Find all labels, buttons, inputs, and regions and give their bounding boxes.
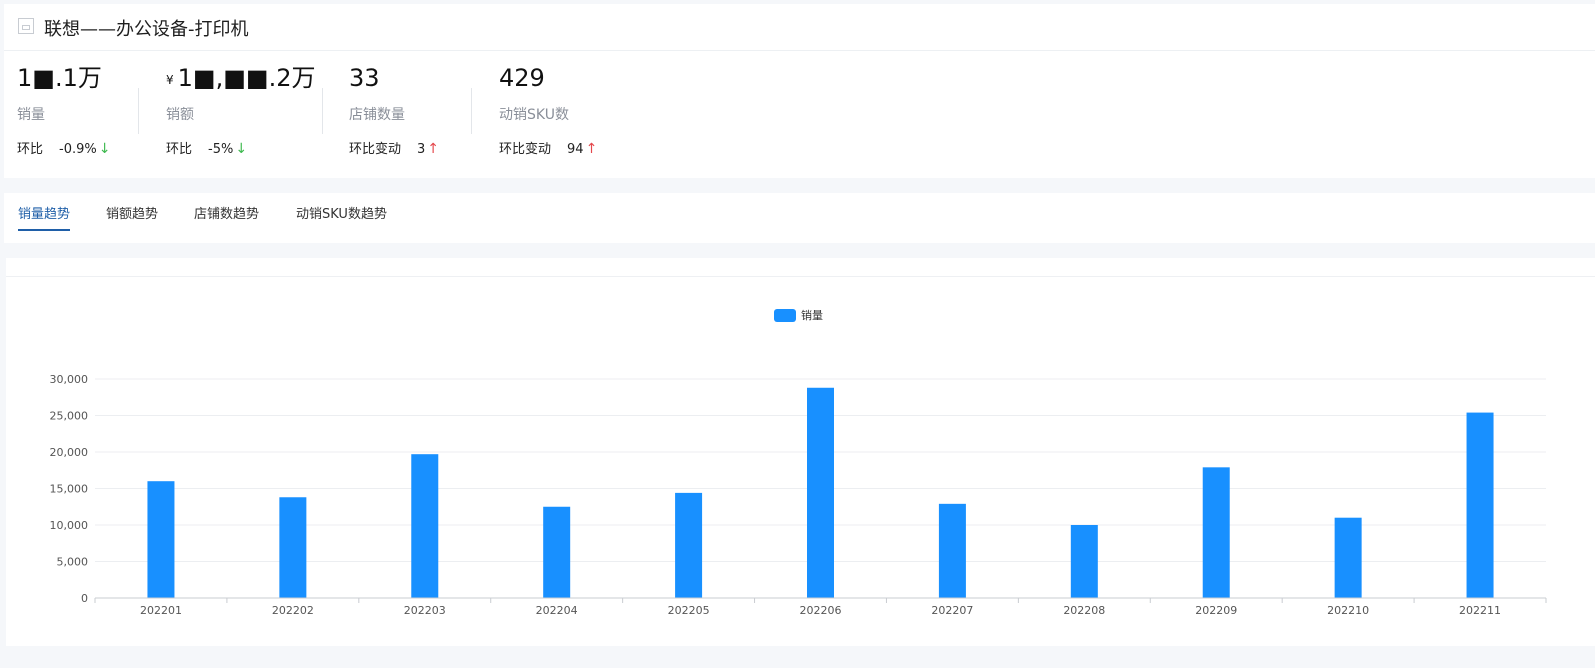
y-tick-label: 10,000 xyxy=(50,519,89,532)
bar[interactable] xyxy=(1466,412,1494,598)
chart-legend[interactable]: 销量 xyxy=(774,308,823,322)
x-tick-label: 202201 xyxy=(140,604,182,617)
bar[interactable] xyxy=(1202,467,1230,598)
compare-value: -0.9% xyxy=(59,142,97,157)
x-tick-label: 202210 xyxy=(1327,604,1369,617)
y-tick-label: 15,000 xyxy=(50,483,89,496)
bar[interactable] xyxy=(279,497,307,598)
x-tick-label: 202203 xyxy=(404,604,446,617)
compare-label: 环比 xyxy=(17,142,44,157)
chart-panel: 销量 0 5,000 10,000 15,000 20,000 25,000 30,000 … xyxy=(6,258,1595,646)
metric-value-text: 1■,■■.2万 xyxy=(177,64,316,92)
x-tick-label: 202206 xyxy=(800,604,842,617)
metric-compare: 环比 -0.9% ↓ xyxy=(17,138,110,157)
y-tick-label: 25,000 xyxy=(50,410,89,423)
tab-sales-amount-trend[interactable]: 销额趋势 xyxy=(106,203,158,222)
bar[interactable] xyxy=(147,481,175,598)
compare-value: 94 xyxy=(567,142,584,157)
tab-sales-volume-trend[interactable]: 销量趋势 xyxy=(18,203,70,222)
bar-series xyxy=(147,387,1494,598)
metric-label: 动销SKU数 xyxy=(499,107,569,123)
compare-label: 环比变动 xyxy=(349,142,402,157)
y-tick-label: 30,000 xyxy=(50,373,89,386)
divider xyxy=(471,88,472,134)
currency-symbol: ¥ xyxy=(166,73,174,87)
metric-value-text: 1■.1万 xyxy=(17,64,102,92)
compare-label: 环比变动 xyxy=(499,142,552,157)
metric-label: 销额 xyxy=(166,107,194,123)
metric-value: 1■.1万 xyxy=(17,62,110,94)
bar[interactable] xyxy=(411,454,439,598)
divider xyxy=(322,88,323,134)
bar[interactable] xyxy=(1334,517,1362,598)
summary-card: 联想——办公设备-打印机 1■.1万 销量 环比 -0.9% ↓ ¥1■,■■.2万… xyxy=(4,4,1595,178)
y-tick-label: 5,000 xyxy=(57,556,89,569)
metric-compare: 环比变动 94 ↑ xyxy=(499,138,597,157)
metric-compare: 环比变动 3 ↑ xyxy=(349,138,439,157)
metric-compare: 环比 -5% ↓ xyxy=(166,138,315,157)
metric-active-sku: 429 动销SKU数 环比变动 94 ↑ xyxy=(499,62,597,157)
metric-value: 33 xyxy=(349,62,439,94)
x-tick-label: 202211 xyxy=(1459,604,1501,617)
metric-label: 销量 xyxy=(17,107,45,123)
arrow-down-icon: ↓ xyxy=(235,141,248,157)
x-tick-label: 202209 xyxy=(1195,604,1237,617)
compare-value: 3 xyxy=(417,142,426,157)
metric-value-text: 429 xyxy=(499,64,545,92)
x-tick-label: 202202 xyxy=(272,604,314,617)
tab-store-count-trend[interactable]: 店铺数趋势 xyxy=(194,203,259,222)
metric-sales-amount: ¥1■,■■.2万 销额 环比 -5% ↓ xyxy=(166,62,315,157)
x-tick-label: 202205 xyxy=(668,604,710,617)
title-row: 联想——办公设备-打印机 xyxy=(4,4,1595,51)
arrow-down-icon: ↓ xyxy=(98,141,111,157)
compare-label: 环比 xyxy=(166,142,193,157)
metric-label: 店铺数量 xyxy=(349,107,405,123)
y-axis: 0 5,000 10,000 15,000 20,000 25,000 30,000 xyxy=(50,373,89,605)
metric-value: ¥1■,■■.2万 xyxy=(166,62,315,94)
x-axis: 202201 202202 202203 202204 202205 202206 2022… xyxy=(94,597,1547,617)
bar[interactable] xyxy=(938,503,966,598)
arrow-up-icon: ↑ xyxy=(585,141,598,157)
x-tick-label: 202207 xyxy=(931,604,973,617)
bar[interactable] xyxy=(807,387,834,598)
legend-label: 销量 xyxy=(801,308,823,322)
compare-value: -5% xyxy=(208,142,234,157)
bar[interactable] xyxy=(1070,525,1098,598)
x-tick-label: 202208 xyxy=(1063,604,1105,617)
category-icon xyxy=(18,18,34,34)
metric-value: 429 xyxy=(499,62,597,94)
divider xyxy=(138,88,139,134)
metric-value-text: 33 xyxy=(349,64,380,92)
bar[interactable] xyxy=(543,506,571,598)
metric-sales-volume: 1■.1万 销量 环比 -0.9% ↓ xyxy=(17,62,110,157)
sales-volume-bar-chart: 销量 05,00010,00015,00020,00025,00030,000 … xyxy=(50,308,1547,617)
page-title: 联想——办公设备-打印机 xyxy=(44,19,249,40)
y-tick-label: 20,000 xyxy=(50,446,89,459)
trend-tabs: 销量趋势 销额趋势 店铺数趋势 动销SKU数趋势 xyxy=(4,193,1595,243)
tab-active-sku-trend[interactable]: 动销SKU数趋势 xyxy=(296,203,387,222)
active-tab-indicator xyxy=(18,229,70,231)
x-tick-label: 202204 xyxy=(536,604,578,617)
metric-store-count: 33 店铺数量 环比变动 3 ↑ xyxy=(349,62,439,157)
arrow-up-icon: ↑ xyxy=(427,141,440,157)
bar[interactable] xyxy=(675,492,703,598)
divider xyxy=(6,276,1595,277)
y-tick-label: 0 xyxy=(81,592,88,605)
legend-swatch xyxy=(774,309,796,322)
